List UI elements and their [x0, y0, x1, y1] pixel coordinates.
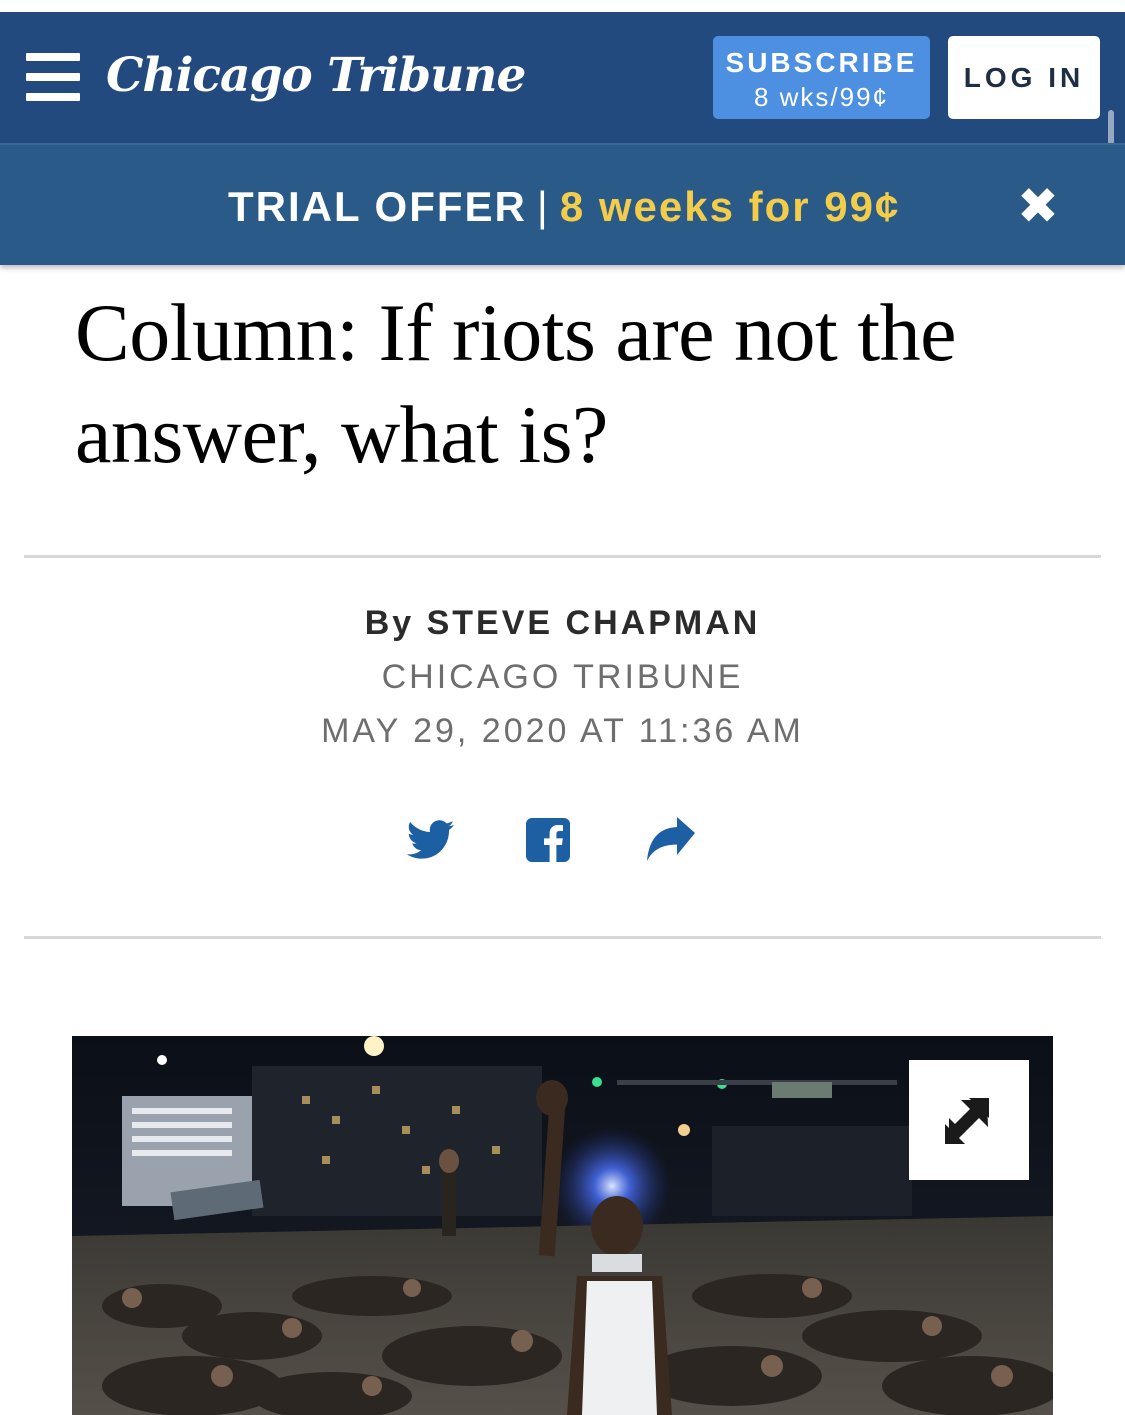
subscribe-button[interactable]: SUBSCRIBE 8 wks/99¢ [713, 36, 930, 119]
menu-icon[interactable] [26, 53, 80, 101]
byline-author: By STEVE CHAPMAN [0, 604, 1125, 643]
publish-date: MAY 29, 2020 AT 11:36 AM [321, 712, 804, 750]
twitter-icon[interactable] [407, 818, 455, 862]
byline-source: CHICAGO TRIBUNE [381, 658, 744, 696]
divider-top [24, 555, 1101, 558]
trial-offer-text[interactable]: TRIAL OFFER | 8 weeks for 99¢ [228, 183, 900, 231]
article-headline: Column: If riots are not the answer, wha… [75, 287, 957, 480]
expand-icon [945, 1098, 989, 1144]
byline-prefix: By [364, 604, 415, 642]
close-icon[interactable]: ✖ [1013, 181, 1063, 231]
status-strip [0, 0, 1125, 12]
trial-offer-price: 8 weeks for 99¢ [559, 183, 901, 230]
login-button[interactable]: LOG IN [948, 36, 1100, 119]
subscribe-sublabel: 8 wks/99¢ [753, 82, 890, 112]
trial-offer-label: TRIAL OFFER [228, 183, 527, 230]
masthead: Chicago Tribune SUBSCRIBE 8 wks/99¢ LOG … [0, 12, 1125, 143]
expand-photo-button[interactable] [909, 1060, 1029, 1180]
subscribe-label: SUBSCRIBE [725, 47, 918, 78]
trial-offer-banner[interactable]: TRIAL OFFER | 8 weeks for 99¢ ✖ [0, 143, 1125, 265]
share-icon[interactable] [646, 816, 696, 862]
article-page: Chicago Tribune SUBSCRIBE 8 wks/99¢ LOG … [0, 0, 1125, 1415]
trial-offer-separator: | [536, 183, 550, 230]
lead-photo[interactable] [72, 1036, 1053, 1415]
site-logo[interactable]: Chicago Tribune [106, 48, 526, 103]
author-name[interactable]: STEVE CHAPMAN [427, 604, 761, 642]
protest-photo-illustration [72, 1036, 1053, 1415]
facebook-icon[interactable] [526, 818, 570, 862]
divider-bottom [24, 936, 1101, 939]
